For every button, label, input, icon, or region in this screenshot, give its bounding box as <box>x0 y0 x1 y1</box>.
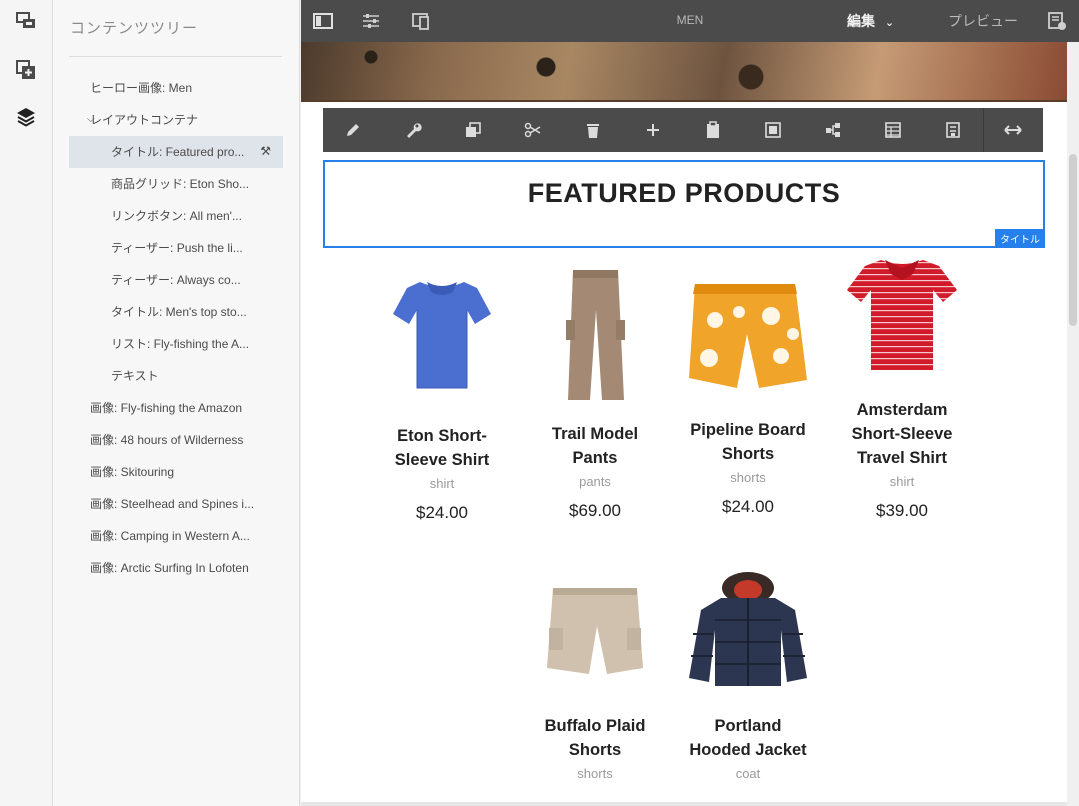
layers-icon[interactable] <box>13 104 39 130</box>
tree-item[interactable]: 画像: Steelhead and Spines i... <box>69 488 283 520</box>
add-component-icon[interactable] <box>13 57 39 83</box>
pencil-icon[interactable] <box>343 120 363 140</box>
tree-item-label: レイアウトコンテナ <box>90 113 199 127</box>
product-card[interactable]: Amsterdam Short-Sleeve Travel Shirt shir… <box>832 258 972 521</box>
copy-icon[interactable] <box>463 120 483 140</box>
tree-item[interactable]: テキスト <box>69 360 283 392</box>
product-name: Amsterdam Short-Sleeve Travel Shirt <box>851 401 953 467</box>
title-component[interactable]: FEATURED PRODUCTS タイトル <box>323 160 1045 248</box>
tree-item[interactable]: 画像: Skitouring <box>69 456 283 488</box>
orange-floral-board-shorts-image <box>689 284 807 388</box>
preview-button[interactable]: プレビュー <box>948 11 1018 31</box>
red-striped-polo-image <box>847 260 957 370</box>
component-tag: タイトル <box>995 229 1045 248</box>
mode-label: 編集 <box>847 13 875 29</box>
page-info-icon[interactable] <box>1047 11 1067 31</box>
product-category: coat <box>735 766 761 781</box>
beige-cargo-shorts-image <box>547 588 643 674</box>
layout-icon[interactable] <box>883 120 903 140</box>
left-rail <box>0 0 53 806</box>
product-card[interactable]: Pipeline Board Shorts shorts $24.00 <box>678 270 818 517</box>
product-name: Eton Short- Sleeve Shirt <box>394 427 490 469</box>
tree-item-label: タイトル: Featured pro... <box>111 145 245 159</box>
tree-item-label: テキスト <box>111 369 159 383</box>
content-tree: ヒーロー画像: Men ⌵ レイアウトコンテナ タイトル: Featured pro.… <box>69 72 283 584</box>
product-price: $24.00 <box>722 497 774 516</box>
tree-item-label: リスト: Fly-fishing the A... <box>111 337 250 351</box>
panel-divider <box>69 56 282 57</box>
parent-icon[interactable] <box>823 120 843 140</box>
hero-image[interactable] <box>301 42 1067 102</box>
component-edit-toolbar <box>323 108 1043 152</box>
tree-item-label: ヒーロー画像: Men <box>90 81 193 95</box>
tree-item[interactable]: 商品グリッド: Eton Sho... <box>69 168 283 200</box>
navy-puffer-jacket-image <box>689 572 807 686</box>
toolbar-divider <box>983 108 984 152</box>
product-category: shirt <box>889 474 915 489</box>
product-category: shirt <box>429 476 455 491</box>
blue-polo-shirt-image <box>393 282 491 389</box>
tree-item-label: 画像: 48 hours of Wilderness <box>90 433 244 447</box>
tree-item-label: 画像: Steelhead and Spines i... <box>90 497 255 511</box>
horizontal-scrollbar[interactable] <box>301 802 1067 806</box>
product-name: Buffalo Plaid Shorts <box>544 717 646 759</box>
product-card[interactable]: Trail Model Pants pants $69.00 <box>525 270 665 521</box>
khaki-cargo-pants-image <box>566 270 625 400</box>
panel-title: コンテンツツリー <box>70 20 199 37</box>
product-card[interactable]: Eton Short- Sleeve Shirt shirt $24.00 <box>372 270 512 523</box>
tree-item[interactable]: ティーザー: Push the li... <box>69 232 283 264</box>
product-name: Portland Hooded Jacket <box>689 717 807 759</box>
product-name: Trail Model Pants <box>551 425 639 467</box>
cut-icon[interactable] <box>523 120 543 140</box>
tree-item[interactable]: タイトル: Men's top sto... <box>69 296 283 328</box>
delete-icon[interactable] <box>583 120 603 140</box>
tree-item-label: リンクボタン: All men'... <box>111 209 242 223</box>
tree-item-label: タイトル: Men's top sto... <box>111 305 247 319</box>
product-category: shorts <box>577 766 613 781</box>
product-card[interactable]: Buffalo Plaid Shorts shorts <box>525 578 665 781</box>
tree-item[interactable]: 画像: 48 hours of Wilderness <box>69 424 283 456</box>
product-category: shorts <box>730 470 766 485</box>
wrench-icon[interactable] <box>403 120 423 140</box>
site-structure-icon[interactable] <box>13 8 39 34</box>
product-name: Pipeline Board Shorts <box>690 421 806 463</box>
mode-dropdown[interactable]: 編集 ⌄ <box>847 11 894 31</box>
tree-item[interactable]: 画像: Fly-fishing the Amazon <box>69 392 283 424</box>
tree-item[interactable]: リスト: Fly-fishing the A... <box>69 328 283 360</box>
vertical-scrollbar[interactable] <box>1067 42 1079 806</box>
tree-item[interactable]: リンクボタン: All men'... <box>69 200 283 232</box>
scrollbar-thumb[interactable] <box>1069 154 1077 326</box>
featured-heading: FEATURED PRODUCTS <box>527 178 841 208</box>
tree-item-label: 画像: Arctic Surfing In Lofoten <box>90 561 249 575</box>
tree-item-label: 画像: Fly-fishing the Amazon <box>90 401 243 415</box>
tree-item-label: 画像: Skitouring <box>90 465 175 479</box>
editor-top-bar: MEN 編集 ⌄ プレビュー <box>301 0 1079 42</box>
insert-icon[interactable] <box>643 120 663 140</box>
tree-item[interactable]: タイトル: Featured pro... ⚒ <box>69 136 283 168</box>
page-canvas: FEATURED PRODUCTS タイトル Eton Short- Sleev… <box>301 42 1067 802</box>
product-category: pants <box>579 474 611 489</box>
tree-item[interactable]: ⌵ レイアウトコンテナ <box>69 104 283 136</box>
template-icon[interactable] <box>943 120 963 140</box>
tree-item[interactable]: 画像: Camping in Western A... <box>69 520 283 552</box>
product-price: $39.00 <box>876 501 928 520</box>
tree-item-label: ティーザー: Push the li... <box>111 241 243 255</box>
product-card[interactable]: Portland Hooded Jacket coat <box>678 570 818 781</box>
tree-item[interactable]: ヒーロー画像: Men <box>69 72 283 104</box>
resize-icon[interactable] <box>1003 120 1023 140</box>
paste-icon[interactable] <box>703 120 723 140</box>
product-price: $69.00 <box>569 501 621 520</box>
tree-item-label: ティーザー: Always co... <box>111 273 241 287</box>
tree-item-label: 商品グリッド: Eton Sho... <box>111 177 250 191</box>
group-icon[interactable] <box>763 120 783 140</box>
product-price: $24.00 <box>416 503 468 522</box>
content-tree-panel: コンテンツツリー ヒーロー画像: Men ⌵ レイアウトコンテナ タイトル: Feat… <box>53 0 300 806</box>
tree-item[interactable]: 画像: Arctic Surfing In Lofoten <box>69 552 283 584</box>
tree-item-label: 画像: Camping in Western A... <box>90 529 250 543</box>
chevron-down-icon: ⌄ <box>884 17 895 29</box>
tree-item[interactable]: ティーザー: Always co... <box>69 264 283 296</box>
wrench-icon[interactable]: ⚒ <box>260 136 271 167</box>
